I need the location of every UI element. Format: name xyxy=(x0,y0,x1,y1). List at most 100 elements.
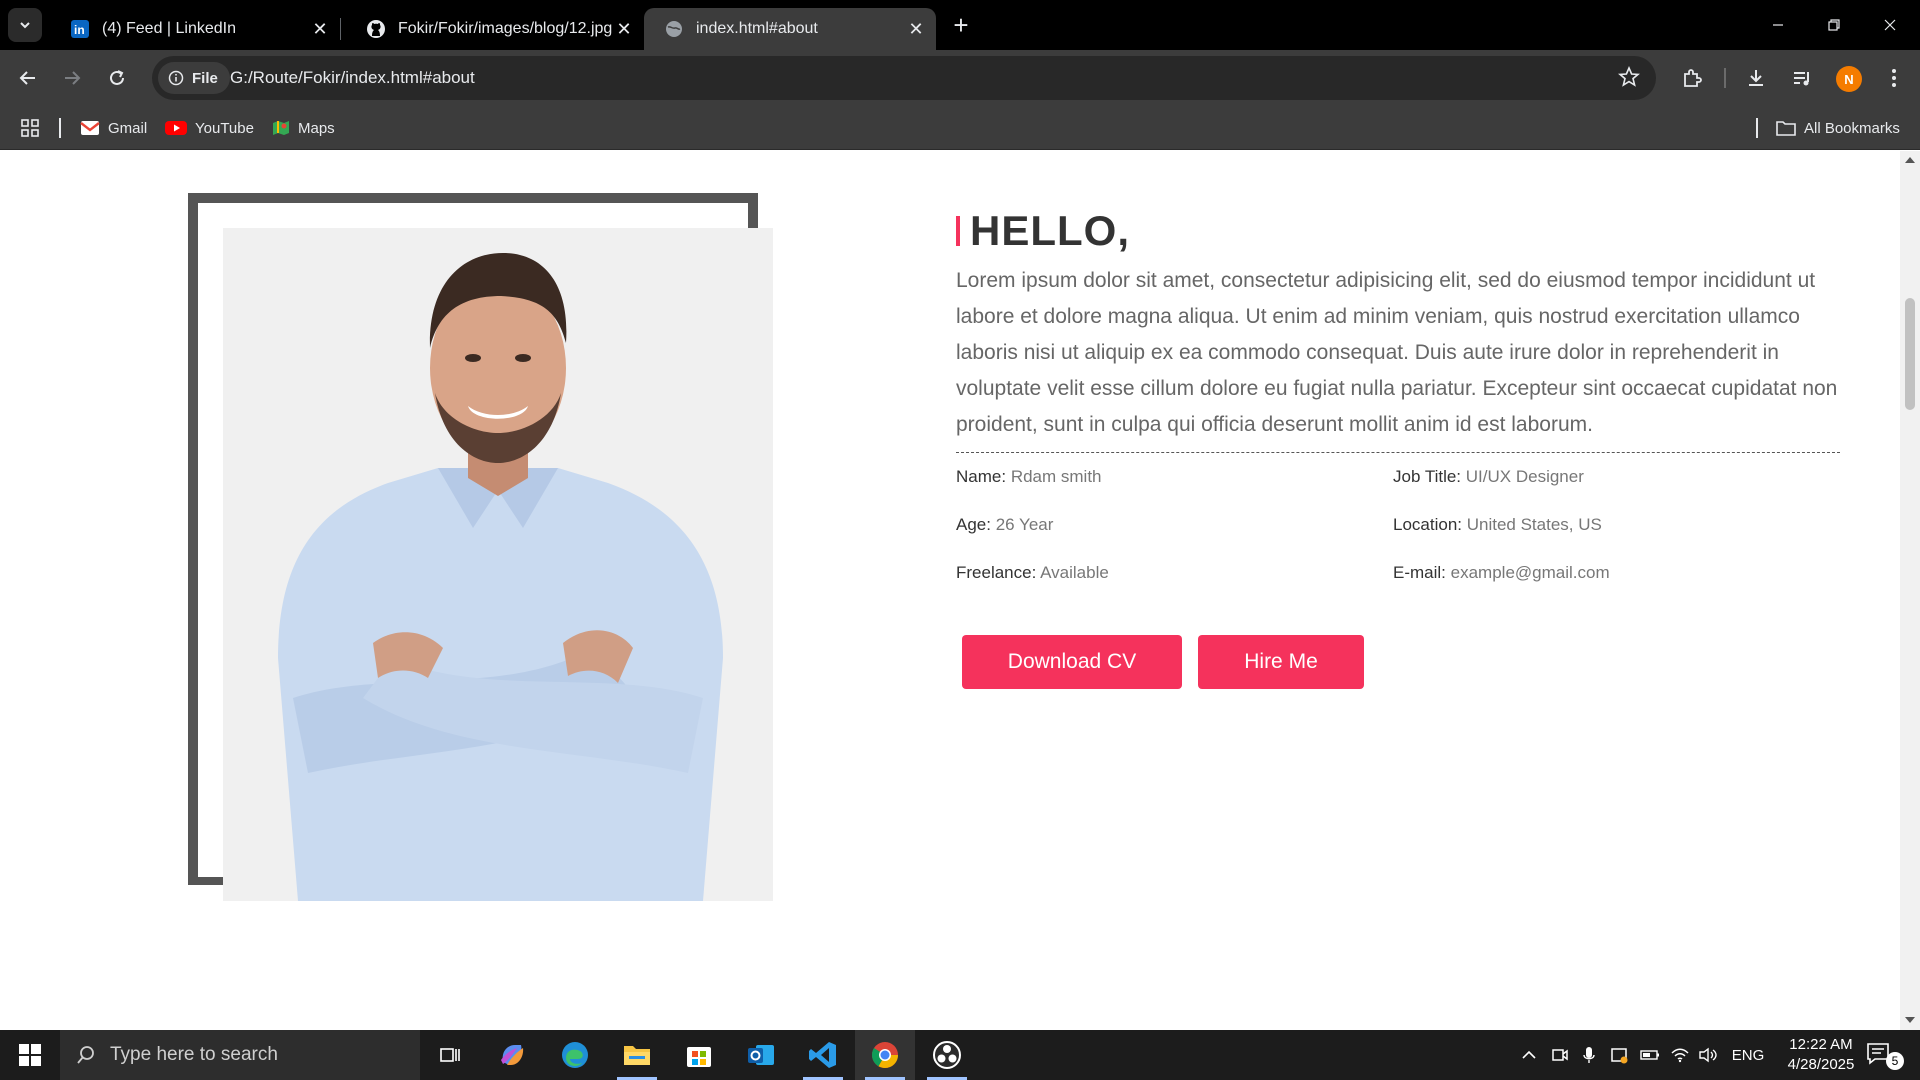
info-value: 26 Year xyxy=(995,515,1054,534)
chevron-up-icon xyxy=(1522,1050,1536,1059)
plus-icon: + xyxy=(953,9,969,40)
edge-button[interactable] xyxy=(545,1030,605,1080)
chevron-down-icon xyxy=(20,22,30,29)
close-icon[interactable]: ✕ xyxy=(612,17,636,41)
address-bar[interactable]: File G:/Route/Fokir/index.html#about xyxy=(152,56,1656,100)
info-value: United States, US xyxy=(1466,515,1602,534)
maps-icon xyxy=(273,121,289,135)
copilot-icon xyxy=(501,1045,524,1065)
wifi-icon xyxy=(1671,1048,1689,1063)
bookmark-gmail[interactable]: Gmail xyxy=(80,116,147,140)
battery-button[interactable] xyxy=(1638,1030,1662,1080)
vscode-icon xyxy=(809,1042,836,1068)
close-icon[interactable]: ✕ xyxy=(904,17,928,41)
gmail-icon xyxy=(80,121,100,135)
new-tab-button[interactable]: + xyxy=(946,10,976,40)
chrome-button[interactable] xyxy=(855,1030,915,1080)
bookmark-maps[interactable]: Maps xyxy=(272,116,335,140)
meet-now-button[interactable] xyxy=(1548,1030,1572,1080)
task-view-icon xyxy=(440,1048,460,1062)
bookmark-youtube[interactable]: YouTube xyxy=(165,116,254,140)
download-icon xyxy=(1749,70,1763,86)
heading-text: HELLO, xyxy=(970,207,1130,254)
taskbar-clock[interactable]: 12:22 AM 4/28/2025 xyxy=(1776,1035,1866,1075)
scroll-thumb[interactable] xyxy=(1905,298,1915,410)
site-info-label: File xyxy=(192,69,218,87)
linkedin-icon: in xyxy=(70,19,90,39)
arrow-left-icon xyxy=(19,71,35,85)
notification-count-badge: 5 xyxy=(1886,1052,1904,1070)
reload-icon xyxy=(110,70,124,85)
info-icon xyxy=(168,70,184,86)
reload-button[interactable] xyxy=(99,60,135,96)
tab-search-button[interactable] xyxy=(8,8,42,42)
language-indicator[interactable]: ENG xyxy=(1728,1030,1768,1080)
info-job-title: Job Title: UI/UX Designer xyxy=(1393,467,1584,487)
queue-music-icon xyxy=(1794,72,1809,86)
extensions-button[interactable] xyxy=(1676,62,1708,94)
info-value: Rdam smith xyxy=(1010,467,1102,486)
battery-icon xyxy=(1640,1050,1659,1060)
all-bookmarks-button[interactable]: All Bookmarks xyxy=(1776,116,1900,140)
info-email: E-mail: example@gmail.com xyxy=(1393,563,1610,583)
download-cv-button[interactable]: Download CV xyxy=(962,635,1182,689)
restore-button[interactable] xyxy=(1806,0,1862,50)
info-divider xyxy=(956,452,1840,453)
chrome-icon xyxy=(871,1042,899,1069)
close-window-button[interactable] xyxy=(1862,0,1918,50)
start-button[interactable] xyxy=(0,1030,60,1080)
task-view-button[interactable] xyxy=(420,1030,480,1080)
media-button[interactable] xyxy=(1786,62,1818,94)
profile-avatar[interactable]: N xyxy=(1836,66,1862,92)
folder-icon xyxy=(1776,121,1796,136)
apps-button[interactable] xyxy=(20,116,40,140)
file-explorer-button[interactable] xyxy=(607,1030,667,1080)
tab-github[interactable]: Fokir/Fokir/images/blog/12.jpg ✕ xyxy=(346,8,644,50)
close-icon xyxy=(1884,19,1896,31)
security-button[interactable] xyxy=(1606,1030,1632,1080)
outlook-button[interactable] xyxy=(731,1030,791,1080)
url-text[interactable]: G:/Route/Fokir/index.html#about xyxy=(230,68,475,88)
puzzle-icon xyxy=(1684,69,1702,87)
info-value: UI/UX Designer xyxy=(1465,467,1584,486)
tab-title: (4) Feed | LinkedIn xyxy=(102,20,237,37)
bookmark-label: Gmail xyxy=(108,119,148,137)
heading-accent-bar xyxy=(956,216,960,246)
profile-photo xyxy=(223,228,773,901)
downloads-button[interactable] xyxy=(1740,62,1772,94)
folder-icon xyxy=(624,1046,650,1065)
show-hidden-icons-button[interactable] xyxy=(1516,1030,1542,1080)
forward-button[interactable] xyxy=(54,60,90,96)
edge-icon xyxy=(562,1042,588,1068)
tab-title: index.html#about xyxy=(696,20,818,37)
hire-me-button[interactable]: Hire Me xyxy=(1198,635,1364,689)
volume-button[interactable] xyxy=(1696,1030,1720,1080)
outlook-icon xyxy=(748,1045,774,1065)
browser-menu-button[interactable] xyxy=(1878,62,1910,94)
info-freelance: Freelance: Available xyxy=(956,563,1109,583)
all-bookmarks-label: All Bookmarks xyxy=(1804,119,1900,137)
info-value: example@gmail.com xyxy=(1450,563,1610,582)
back-button[interactable] xyxy=(10,60,46,96)
info-label: Job Title: xyxy=(1393,467,1462,486)
speaker-icon xyxy=(1699,1047,1717,1063)
search-icon xyxy=(77,1046,94,1064)
vscode-button[interactable] xyxy=(793,1030,853,1080)
network-button[interactable] xyxy=(1668,1030,1692,1080)
about-paragraph: Lorem ipsum dolor sit amet, consectetur … xyxy=(956,269,1838,436)
tab-active-index[interactable]: index.html#about ✕ xyxy=(644,8,936,50)
scroll-up-arrow-icon[interactable] xyxy=(1905,157,1915,163)
tab-linkedin[interactable]: in (4) Feed | LinkedIn ✕ xyxy=(50,8,340,50)
obs-button[interactable] xyxy=(917,1030,977,1080)
scroll-down-arrow-icon[interactable] xyxy=(1905,1017,1915,1023)
bookmark-star-icon[interactable] xyxy=(1617,65,1641,93)
copilot-button[interactable] xyxy=(482,1030,542,1080)
globe-icon xyxy=(664,19,684,39)
close-icon[interactable]: ✕ xyxy=(308,17,332,41)
microphone-button[interactable] xyxy=(1578,1030,1600,1080)
taskbar-search[interactable]: Type here to search xyxy=(60,1030,420,1080)
minimize-button[interactable] xyxy=(1750,0,1806,50)
site-info-chip[interactable]: File xyxy=(158,62,230,94)
store-button[interactable] xyxy=(669,1030,729,1080)
page-scrollbar[interactable] xyxy=(1900,151,1920,1030)
